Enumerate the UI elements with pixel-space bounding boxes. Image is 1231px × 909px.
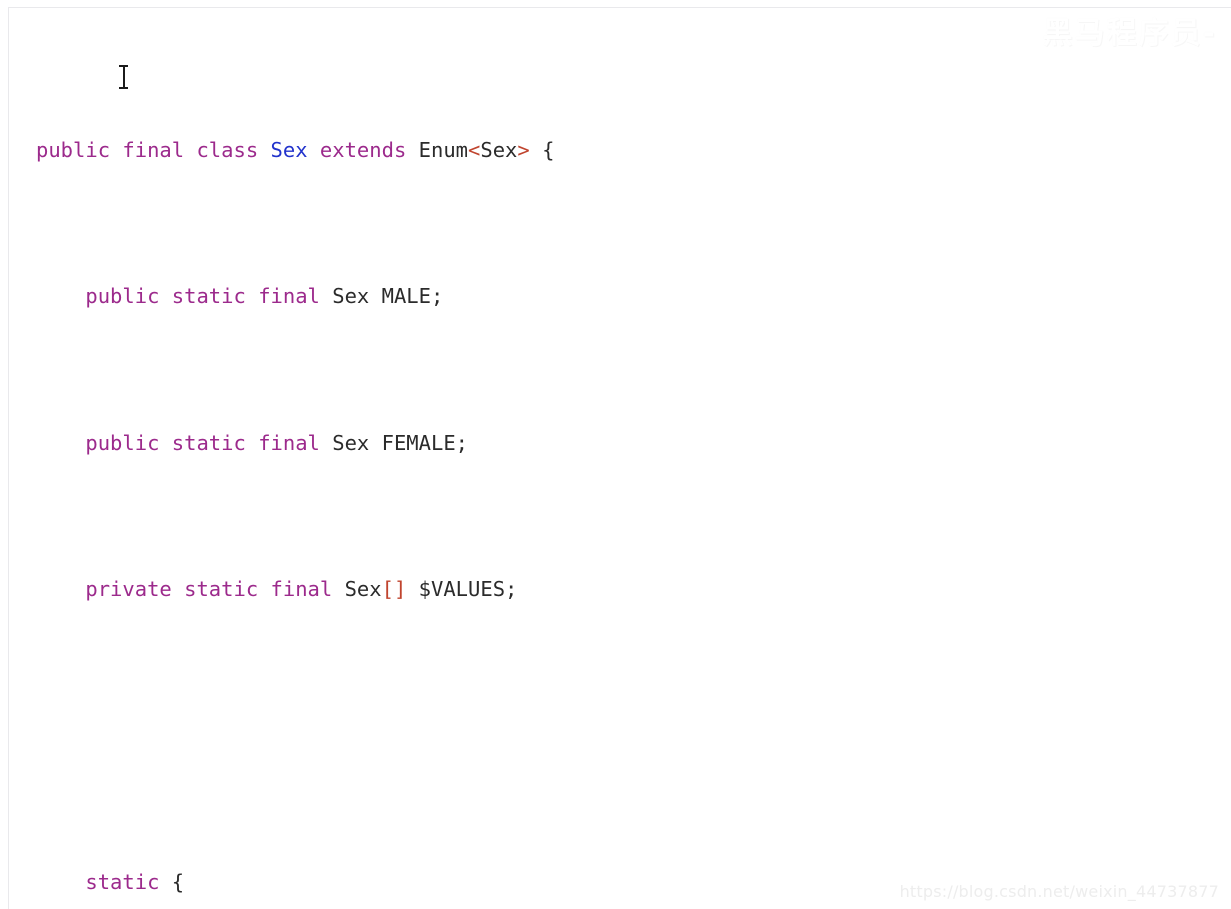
keyword-final: final xyxy=(258,430,320,455)
field-female: FEMALE; xyxy=(381,430,469,455)
keyword-private: private xyxy=(85,576,172,601)
code-line: private static final Sex[] $VALUES; xyxy=(36,571,1216,608)
keyword-class: class xyxy=(196,137,259,162)
field-male: MALE; xyxy=(381,284,444,309)
class-name-sex: Sex xyxy=(270,137,308,162)
keyword-static: static xyxy=(171,430,246,455)
keyword-final: final xyxy=(258,284,320,309)
window-frame-left-border xyxy=(8,7,9,909)
keyword-public: public xyxy=(85,430,160,455)
source-code-area[interactable]: public final class Sex extends Enum<Sex>… xyxy=(36,22,1216,909)
window-frame-top-border xyxy=(8,7,1231,8)
code-line: public static final Sex FEMALE; xyxy=(36,425,1216,462)
generic-close-bracket: > xyxy=(517,137,530,162)
code-line: static { xyxy=(36,864,1216,901)
supertype-enum: Enum xyxy=(418,137,469,162)
code-line: public static final Sex MALE; xyxy=(36,278,1216,315)
code-line: public final class Sex extends Enum<Sex>… xyxy=(36,132,1216,169)
keyword-static: static xyxy=(184,576,259,601)
keyword-static-initializer: static xyxy=(85,869,160,894)
keyword-extends: extends xyxy=(319,137,407,162)
keyword-static: static xyxy=(171,284,246,309)
type-sex: Sex xyxy=(332,284,370,309)
code-viewer-window: public final class Sex extends Enum<Sex>… xyxy=(0,0,1231,909)
generic-type-arg: Sex xyxy=(480,137,518,162)
keyword-public: public xyxy=(36,137,111,162)
open-brace: { xyxy=(159,869,185,894)
generic-open-bracket: < xyxy=(468,137,481,162)
open-brace: { xyxy=(529,137,555,162)
type-sex: Sex xyxy=(344,576,382,601)
keyword-final: final xyxy=(122,137,185,162)
keyword-public: public xyxy=(85,284,160,309)
keyword-final: final xyxy=(270,576,333,601)
type-sex: Sex xyxy=(332,430,370,455)
array-brackets: [] xyxy=(381,576,407,601)
field-values: $VALUES; xyxy=(418,576,518,601)
